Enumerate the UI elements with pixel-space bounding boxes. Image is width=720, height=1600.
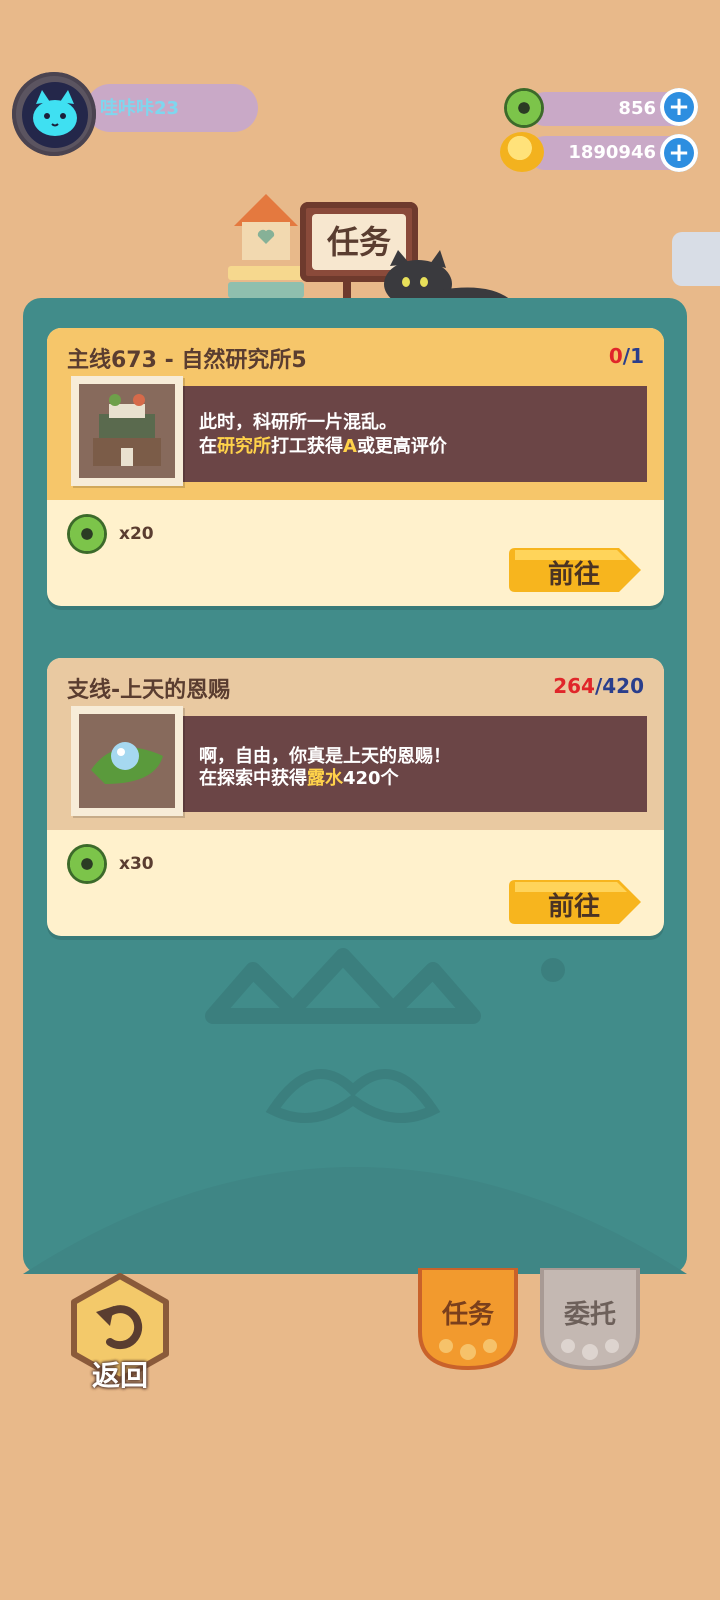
quest-progress: 264/420 <box>553 674 644 698</box>
desc-text: 在探索中获得 <box>199 768 307 789</box>
desc-highlight: 露水 <box>307 768 343 789</box>
add-gems-button[interactable]: + <box>660 88 698 126</box>
quest-description-line1: 此时，科研所一片混乱。 <box>199 412 397 433</box>
desc-text: 420个 <box>343 768 399 789</box>
quest-progress-current: 264 <box>553 674 595 698</box>
books-icon <box>228 266 304 298</box>
cat-avatar-icon <box>33 90 77 136</box>
quest-progress-current: 0 <box>608 344 623 368</box>
go-button-label[interactable]: 前往 <box>515 554 633 591</box>
player-name: 哇咔咔23 <box>100 98 180 119</box>
quest-description-line2: 在研究所打工获得A或更高评价 <box>199 432 447 458</box>
house-icon <box>234 194 298 260</box>
back-button-label[interactable]: 返回 <box>84 1354 156 1394</box>
quest-title: 支线-上天的恩赐 <box>67 678 231 703</box>
quest-title: 主线673 - 自然研究所5 <box>67 348 307 373</box>
quest-progress-total: /420 <box>594 674 644 698</box>
research-institute-icon <box>93 394 161 466</box>
gem-reward-icon <box>67 514 107 554</box>
dew-leaf-icon <box>91 742 163 784</box>
quest-card-main: 主线673 - 自然研究所5 0/1 此时，科研所一片混乱。 在研究所打工获得A… <box>47 328 664 606</box>
desc-text: 打工获得 <box>271 436 343 457</box>
desc-text: 或更高评价 <box>356 436 447 457</box>
reward-quantity: x20 <box>119 524 154 544</box>
tab-tasks[interactable]: 任务 <box>416 1294 520 1331</box>
desc-text: 在 <box>199 436 217 457</box>
quest-progress-total: /1 <box>622 344 644 368</box>
crown-mustache-watermark <box>23 948 687 1274</box>
go-button-label[interactable]: 前往 <box>515 886 633 923</box>
desc-highlight: 研究所 <box>217 436 271 457</box>
quest-thumbnail <box>71 706 183 816</box>
quest-progress: 0/1 <box>609 344 644 368</box>
quest-thumbnail <box>71 376 183 486</box>
add-coins-button[interactable]: + <box>660 134 698 172</box>
gem-count: 856 <box>618 98 656 119</box>
tab-commission[interactable]: 委托 <box>538 1294 642 1331</box>
gem-reward-icon <box>67 844 107 884</box>
quest-card-side: 支线-上天的恩赐 264/420 啊，自由，你真是上天的恩赐！ 在探索中获得露水… <box>47 658 664 936</box>
quest-description-line2: 在探索中获得露水420个 <box>199 764 399 790</box>
coin-count: 1890946 <box>568 142 656 163</box>
avatar[interactable] <box>22 82 88 148</box>
desc-highlight: A <box>343 436 357 457</box>
side-drawer-tab[interactable] <box>672 232 720 286</box>
reward-quantity: x30 <box>119 854 154 874</box>
